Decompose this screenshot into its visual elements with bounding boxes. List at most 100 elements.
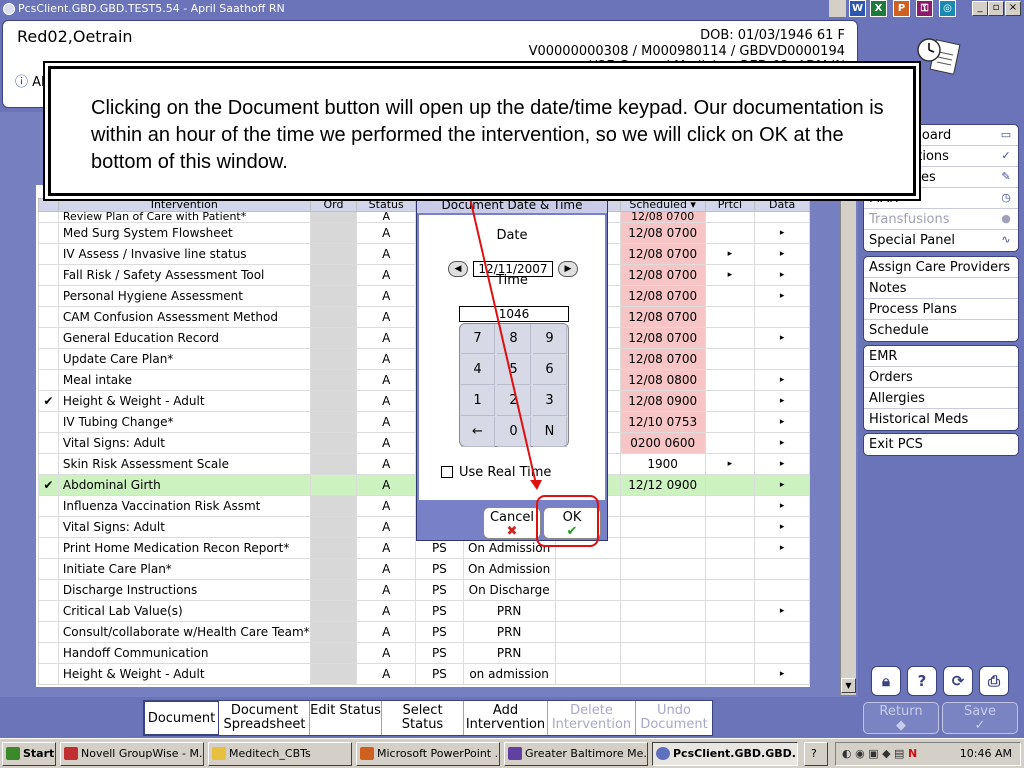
intervention-cell[interactable]: Vital Signs: Adult (57, 432, 311, 454)
ord-cell[interactable] (309, 243, 358, 265)
intervention-cell[interactable]: Abdominal Girth (57, 474, 311, 496)
col-intervention[interactable]: Intervention (57, 198, 311, 212)
status-cell[interactable]: A (356, 306, 417, 328)
intervention-cell[interactable]: Handoff Communication (57, 642, 311, 664)
intervention-cell[interactable]: Vital Signs: Adult (57, 516, 311, 538)
data-cell[interactable] (754, 558, 810, 580)
protocol-cell[interactable] (704, 348, 756, 370)
ok-button[interactable]: OK ✔ (543, 507, 601, 539)
sidebar-item-schedule[interactable]: Schedule (864, 320, 1018, 341)
scheduled-cell[interactable]: 12/08 0700 (619, 222, 706, 244)
protocol-cell[interactable]: ▸ (704, 453, 756, 475)
check-cell[interactable] (38, 537, 59, 559)
data-cell[interactable]: ▸ (754, 474, 810, 496)
status-cell[interactable]: A (356, 495, 417, 517)
data-cell[interactable]: ▸ (754, 222, 810, 244)
protocol-cell[interactable] (704, 369, 756, 391)
pr-cell[interactable]: PS (415, 642, 464, 664)
ord-cell[interactable] (309, 264, 358, 286)
check-cell[interactable] (38, 663, 59, 685)
close-button[interactable]: × (1005, 1, 1021, 16)
check-cell[interactable] (38, 642, 59, 664)
protocol-cell[interactable] (704, 516, 756, 538)
data-cell[interactable]: ▸ (754, 327, 810, 349)
col-prtcl[interactable]: Prtcl (704, 198, 756, 212)
status-cell[interactable]: A (356, 211, 417, 223)
ord-cell[interactable] (309, 411, 358, 433)
blank-cell[interactable] (554, 579, 621, 601)
ord-cell[interactable] (309, 558, 358, 580)
help-tray-button[interactable]: ? (804, 742, 828, 766)
blank-cell[interactable] (554, 663, 621, 685)
grid-scrollbar[interactable]: ▼ (840, 112, 856, 695)
status-cell[interactable]: A (356, 432, 417, 454)
status-cell[interactable]: A (356, 369, 417, 391)
key-icon[interactable]: ⚿ (916, 0, 933, 17)
intervention-cell[interactable]: Review Plan of Care with Patient* (57, 211, 311, 223)
intervention-cell[interactable]: Print Home Medication Recon Report* (57, 537, 311, 559)
col-data[interactable]: Data (754, 198, 810, 212)
data-cell[interactable]: ▸ (754, 600, 810, 622)
status-cell[interactable]: A (356, 516, 417, 538)
data-cell[interactable]: ▸ (754, 537, 810, 559)
status-cell[interactable]: A (356, 348, 417, 370)
scroll-down-arrow[interactable]: ▼ (841, 678, 856, 693)
select-status-button[interactable]: Select Status (382, 701, 464, 735)
intervention-cell[interactable]: Skin Risk Assessment Scale (57, 453, 311, 475)
blank-cell[interactable] (554, 600, 621, 622)
ord-cell[interactable] (309, 369, 358, 391)
scheduled-cell[interactable]: 12/08 0700 (619, 264, 706, 286)
data-cell[interactable]: ▸ (754, 285, 810, 307)
checkbox-box[interactable] (441, 466, 453, 478)
check-cell[interactable] (38, 327, 59, 349)
ord-cell[interactable] (309, 642, 358, 664)
ord-cell[interactable] (309, 600, 358, 622)
keypad-key-7[interactable]: 7 (461, 324, 495, 354)
protocol-cell[interactable] (704, 642, 756, 664)
ord-cell[interactable] (309, 621, 358, 643)
check-cell[interactable] (38, 453, 59, 475)
sidebar-item-assign-care-providers[interactable]: Assign Care Providers (864, 257, 1018, 278)
sidebar-item-notes[interactable]: Notes (864, 278, 1018, 299)
keypad-key-6[interactable]: 6 (533, 355, 567, 385)
scheduled-cell[interactable] (619, 642, 706, 664)
app-mini-icon[interactable] (829, 0, 846, 17)
intervention-cell[interactable]: General Education Record (57, 327, 311, 349)
data-cell[interactable] (754, 642, 810, 664)
ord-cell[interactable] (309, 453, 358, 475)
check-cell[interactable] (38, 243, 59, 265)
status-cell[interactable]: A (356, 474, 417, 496)
status-cell[interactable]: A (356, 222, 417, 244)
intervention-cell[interactable]: IV Assess / Invasive line status (57, 243, 311, 265)
keypad-key-0[interactable]: 0 (497, 417, 531, 447)
scheduled-cell[interactable]: 12/08 0700 (619, 306, 706, 328)
protocol-cell[interactable] (704, 327, 756, 349)
data-cell[interactable]: ▸ (754, 495, 810, 517)
task-meditech-cbts[interactable]: Meditech_CBTs (208, 742, 352, 766)
tray-icons[interactable]: ◐ ◉ ▣ ◆ ▤ N (842, 743, 917, 765)
ord-cell[interactable] (309, 211, 358, 223)
intervention-cell[interactable]: Discharge Instructions (57, 579, 311, 601)
data-cell[interactable] (754, 621, 810, 643)
check-cell[interactable] (38, 621, 59, 643)
ord-cell[interactable] (309, 495, 358, 517)
intervention-cell[interactable]: Height & Weight - Adult (57, 390, 311, 412)
intervention-cell[interactable]: IV Tubing Change* (57, 411, 311, 433)
check-cell[interactable] (38, 558, 59, 580)
sidebar-item-allergies[interactable]: Allergies (864, 388, 1018, 409)
check-cell[interactable] (38, 516, 59, 538)
scheduled-cell[interactable] (619, 558, 706, 580)
blank-cell[interactable] (554, 558, 621, 580)
check-cell[interactable] (38, 579, 59, 601)
intervention-cell[interactable]: Update Care Plan* (57, 348, 311, 370)
status-cell[interactable]: A (356, 327, 417, 349)
pr-cell[interactable]: PS (415, 663, 464, 685)
data-cell[interactable]: ▸ (754, 369, 810, 391)
keypad-key-1[interactable]: 1 (461, 386, 495, 416)
protocol-cell[interactable] (704, 474, 756, 496)
task-groupwise[interactable]: Novell GroupWise - M... (60, 742, 204, 766)
data-cell[interactable]: ▸ (754, 453, 810, 475)
table-row[interactable]: Critical Lab Value(s) A PS PRN ▸ (38, 600, 810, 622)
scheduled-cell[interactable]: 12/08 0700 (619, 285, 706, 307)
col-status[interactable]: Status (356, 198, 417, 212)
